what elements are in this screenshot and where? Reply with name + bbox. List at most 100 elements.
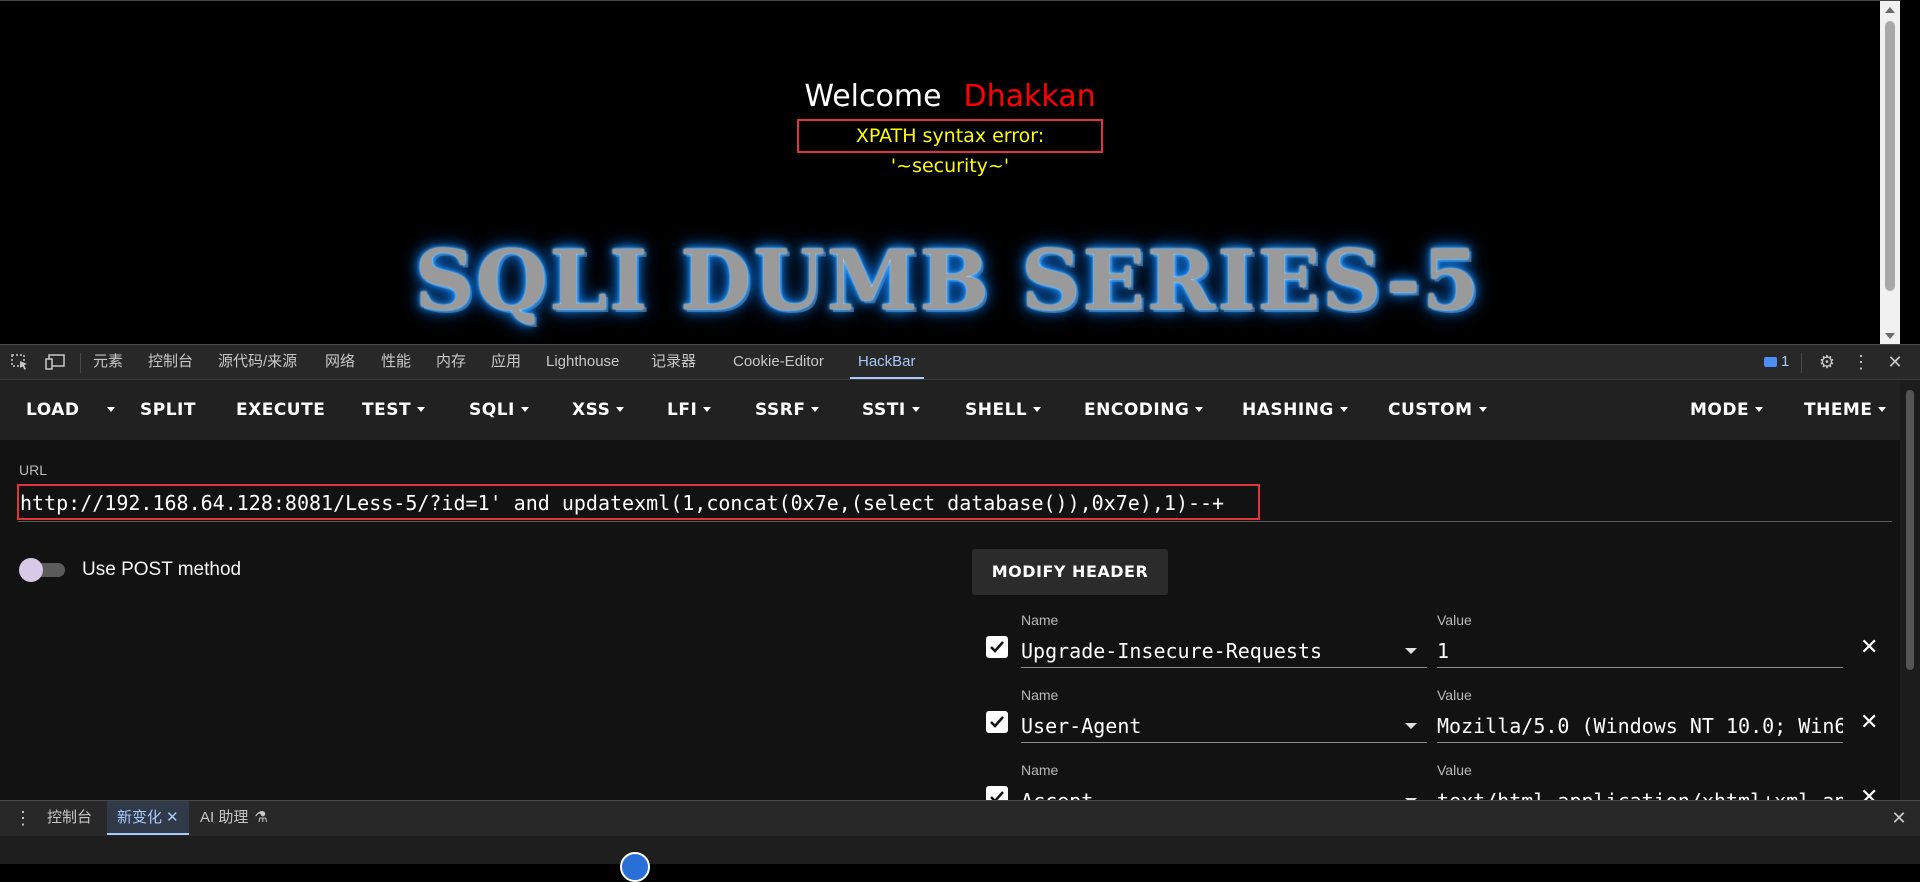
custom-menu[interactable]: CUSTOM bbox=[1388, 380, 1487, 440]
header-name-select[interactable]: Upgrade-Insecure-Requests bbox=[1021, 634, 1427, 668]
device-toolbar-icon[interactable] bbox=[45, 353, 65, 371]
welcome-text: Welcome bbox=[804, 79, 942, 114]
modify-header-button[interactable]: MODIFY HEADER bbox=[972, 549, 1168, 595]
drawer-tab-changes-label: 新变化 bbox=[117, 809, 163, 826]
test-menu[interactable]: TEST bbox=[362, 380, 426, 440]
page-scrollbar[interactable] bbox=[1880, 1, 1900, 345]
remove-header-icon[interactable]: ✕ bbox=[1860, 784, 1878, 800]
hashing-menu[interactable]: HASHING bbox=[1242, 380, 1348, 440]
settings-icon[interactable]: ⚙ bbox=[1815, 345, 1839, 379]
tab-sources[interactable]: 源代码/来源 bbox=[218, 345, 297, 379]
post-method-toggle[interactable] bbox=[19, 558, 69, 582]
theme-menu-label: THEME bbox=[1804, 400, 1873, 420]
drawer-tab-bar: ⋮ 控制台 新变化 ✕ AI 助理 ⚗ ✕ bbox=[0, 800, 1920, 836]
tab-cookie-editor[interactable]: Cookie-Editor bbox=[733, 345, 824, 379]
caret-down-icon bbox=[1755, 407, 1764, 412]
issues-badge[interactable]: 1 bbox=[1764, 345, 1789, 379]
mode-menu[interactable]: MODE bbox=[1690, 380, 1764, 440]
drawer-content bbox=[0, 836, 1920, 882]
caret-down-icon bbox=[520, 407, 529, 412]
scroll-down-icon[interactable] bbox=[1885, 333, 1895, 339]
close-drawer-icon[interactable]: ✕ bbox=[1887, 801, 1911, 835]
url-label: URL bbox=[19, 462, 48, 478]
theme-menu[interactable]: THEME bbox=[1804, 380, 1887, 440]
lfi-menu-label: LFI bbox=[667, 400, 698, 420]
xpath-error-message: XPATH syntax error: '~security~' bbox=[797, 119, 1103, 177]
drawer-tab-changes[interactable]: 新变化 ✕ bbox=[107, 801, 189, 835]
drawer-tab-ai-label: AI 助理 bbox=[200, 809, 249, 826]
tab-console[interactable]: 控制台 bbox=[148, 345, 193, 379]
tab-application[interactable]: 应用 bbox=[491, 345, 521, 379]
header-name-select[interactable]: Accept bbox=[1021, 784, 1427, 800]
tab-performance[interactable]: 性能 bbox=[381, 345, 411, 379]
hackbar-toolbar: LOAD SPLIT EXECUTE TEST SQLI XSS LFI SSR… bbox=[0, 380, 1900, 440]
encoding-menu[interactable]: ENCODING bbox=[1084, 380, 1204, 440]
custom-menu-label: CUSTOM bbox=[1388, 400, 1473, 420]
caret-down-icon bbox=[107, 407, 115, 412]
remove-header-icon[interactable]: ✕ bbox=[1860, 634, 1878, 660]
welcome-line: Welcome Dhakkan bbox=[0, 79, 1900, 114]
shell-menu[interactable]: SHELL bbox=[965, 380, 1042, 440]
post-method-label: Use POST method bbox=[82, 559, 242, 580]
xss-menu-label: XSS bbox=[572, 400, 611, 420]
check-icon bbox=[990, 716, 1004, 728]
remove-header-icon[interactable]: ✕ bbox=[1860, 709, 1878, 735]
xss-menu[interactable]: XSS bbox=[572, 380, 625, 440]
caret-down-icon bbox=[1478, 407, 1487, 412]
dropdown-arrow-icon[interactable] bbox=[1405, 723, 1417, 729]
caret-down-icon bbox=[703, 407, 712, 412]
dropdown-arrow-icon[interactable] bbox=[1405, 648, 1417, 654]
header-value-input[interactable]: Mozilla/5.0 (Windows NT 10.0; Win64; x64… bbox=[1437, 709, 1843, 743]
toolbar-divider bbox=[80, 353, 81, 373]
check-icon bbox=[990, 791, 1004, 800]
header-value-input[interactable]: text/html,application/xhtml+xml,applicat… bbox=[1437, 784, 1843, 800]
header-value-label: Value bbox=[1437, 687, 1472, 703]
split-button[interactable]: SPLIT bbox=[140, 380, 196, 440]
encoding-menu-label: ENCODING bbox=[1084, 400, 1190, 420]
load-dropdown-button[interactable] bbox=[101, 380, 115, 440]
url-input[interactable] bbox=[18, 484, 1892, 522]
drawer-tab-ai-assistant[interactable]: AI 助理 ⚗ bbox=[200, 801, 268, 835]
sqli-menu[interactable]: SQLI bbox=[469, 380, 529, 440]
mode-menu-label: MODE bbox=[1690, 400, 1750, 420]
inspect-element-icon[interactable] bbox=[10, 353, 30, 371]
caret-down-icon bbox=[1033, 407, 1042, 412]
hackbar-scrollbar[interactable] bbox=[1900, 380, 1920, 800]
drawer-menu-icon[interactable]: ⋮ bbox=[14, 801, 32, 835]
drawer-tab-console[interactable]: 控制台 bbox=[47, 801, 92, 835]
hashing-menu-label: HASHING bbox=[1242, 400, 1334, 420]
sqli-menu-label: SQLI bbox=[469, 400, 515, 420]
scroll-up-icon[interactable] bbox=[1885, 7, 1895, 13]
header-enabled-checkbox[interactable] bbox=[986, 786, 1008, 800]
tab-elements[interactable]: 元素 bbox=[93, 345, 123, 379]
header-enabled-checkbox[interactable] bbox=[986, 636, 1008, 658]
close-icon[interactable]: ✕ bbox=[1883, 345, 1907, 379]
tab-lighthouse[interactable]: Lighthouse bbox=[546, 345, 619, 379]
scrollbar-thumb[interactable] bbox=[1906, 390, 1914, 670]
tab-memory[interactable]: 内存 bbox=[436, 345, 466, 379]
shell-menu-label: SHELL bbox=[965, 400, 1028, 420]
tab-recorder[interactable]: 记录器 bbox=[651, 345, 696, 379]
check-icon bbox=[990, 641, 1004, 653]
caret-down-icon bbox=[1195, 407, 1204, 412]
header-name-label: Name bbox=[1021, 762, 1059, 778]
ssrf-menu[interactable]: SSRF bbox=[755, 380, 820, 440]
tab-hackbar[interactable]: HackBar bbox=[850, 345, 924, 379]
scrollbar-thumb[interactable] bbox=[1885, 21, 1895, 291]
lfi-menu[interactable]: LFI bbox=[667, 380, 712, 440]
tab-network[interactable]: 网络 bbox=[325, 345, 355, 379]
close-tab-icon[interactable]: ✕ bbox=[166, 809, 179, 826]
chat-bubble-icon bbox=[1764, 357, 1777, 367]
header-row: Name Value Upgrade-Insecure-Requests 1 ✕ bbox=[972, 612, 1882, 686]
header-name-select[interactable]: User-Agent bbox=[1021, 709, 1427, 743]
header-enabled-checkbox[interactable] bbox=[986, 711, 1008, 733]
ssti-menu[interactable]: SSTI bbox=[862, 380, 920, 440]
caret-down-icon bbox=[1339, 407, 1348, 412]
changes-placeholder-icon bbox=[620, 852, 650, 882]
header-value-input[interactable]: 1 bbox=[1437, 634, 1843, 668]
issues-count: 1 bbox=[1781, 353, 1790, 370]
more-vert-icon[interactable]: ⋮ bbox=[1849, 345, 1873, 379]
load-button[interactable]: LOAD bbox=[26, 380, 80, 440]
flask-icon: ⚗ bbox=[254, 809, 268, 826]
execute-button[interactable]: EXECUTE bbox=[236, 380, 325, 440]
